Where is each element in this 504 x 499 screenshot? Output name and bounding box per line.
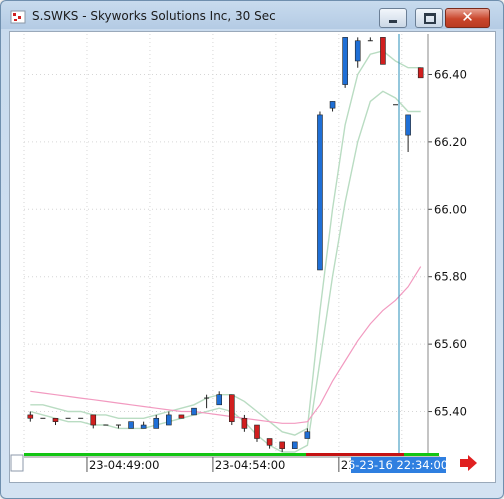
scroll-box[interactable] xyxy=(10,454,24,472)
y-tick-label: 65.80 xyxy=(434,270,467,284)
candle xyxy=(204,394,210,409)
candle-body xyxy=(254,424,260,439)
minimize-icon xyxy=(389,20,397,23)
cursor-time-text: 6-23-16 22:34:00 xyxy=(348,458,448,472)
close-icon: ✕ xyxy=(461,8,474,26)
candle-body xyxy=(266,438,273,446)
candle-body xyxy=(417,67,424,79)
slow-average-line xyxy=(30,266,422,424)
candle-body xyxy=(228,394,235,422)
candle-body xyxy=(27,414,34,419)
y-tick-label: 65.60 xyxy=(434,337,467,351)
candle-body xyxy=(279,441,285,449)
price-chart[interactable]: 66.40 66.20 66.00 65.80 65.60 65.40 23-04:49:… xyxy=(10,32,495,482)
candle-body xyxy=(329,101,336,109)
candle-body xyxy=(405,114,411,136)
chart-window: S.SWKS - Skyworks Solutions Inc, 30 Sec … xyxy=(0,0,504,499)
candle-body xyxy=(354,40,361,62)
y-tick-label: 66.00 xyxy=(434,202,467,216)
candle-body xyxy=(153,417,160,429)
y-axis: 66.40 66.20 66.00 65.80 65.60 65.40 xyxy=(427,34,467,456)
candle xyxy=(178,414,185,419)
candle xyxy=(228,394,235,426)
candle xyxy=(166,411,172,426)
candle-body xyxy=(52,417,59,422)
band-upper-line xyxy=(30,50,421,436)
band-lower-line xyxy=(30,90,421,453)
chart-app-icon xyxy=(10,10,26,24)
candle xyxy=(140,421,147,429)
candle-body xyxy=(191,407,197,416)
candle xyxy=(291,441,298,449)
indicator-lines xyxy=(30,50,422,453)
candle-body xyxy=(241,417,248,429)
candle xyxy=(191,407,197,416)
candle xyxy=(153,414,160,429)
y-tick-label: 65.40 xyxy=(434,405,467,419)
candle-body xyxy=(128,421,134,429)
candle xyxy=(380,37,386,65)
candle-body xyxy=(140,424,147,429)
candle xyxy=(241,414,248,432)
window-title: S.SWKS - Skyworks Solutions Inc, 30 Sec xyxy=(32,9,276,23)
candle xyxy=(405,114,411,152)
candle xyxy=(329,101,336,112)
x-tick-label: 23-04:54:00 xyxy=(215,458,285,472)
candle xyxy=(216,391,223,406)
y-tick-label: 66.40 xyxy=(434,67,467,81)
candle xyxy=(354,37,361,68)
candle xyxy=(90,414,97,429)
candle-body xyxy=(216,394,223,406)
candle-body xyxy=(317,114,323,271)
minimize-button[interactable] xyxy=(379,8,407,28)
candle-body xyxy=(166,414,172,426)
maximize-button[interactable] xyxy=(415,8,443,28)
candle-body xyxy=(380,37,386,65)
candle xyxy=(27,411,34,422)
candle-body xyxy=(178,414,185,419)
title-bar[interactable]: S.SWKS - Skyworks Solutions Inc, 30 Sec … xyxy=(1,1,503,31)
maximize-icon xyxy=(424,13,436,24)
cursor-time-label: 6-23-16 22:34:00 xyxy=(348,457,448,473)
candle xyxy=(128,421,134,429)
scroll-right-button[interactable] xyxy=(460,455,477,471)
candle-body xyxy=(90,414,97,426)
x-tick-label: 23-04:49:00 xyxy=(89,458,159,472)
candle xyxy=(52,417,59,426)
chart-area[interactable]: 66.40 66.20 66.00 65.80 65.60 65.40 23-04:49:… xyxy=(9,31,496,483)
candle xyxy=(367,37,373,42)
candle-body xyxy=(342,37,348,85)
y-tick-label: 66.20 xyxy=(434,135,467,149)
candle xyxy=(254,424,260,442)
grid xyxy=(23,34,428,452)
candle xyxy=(266,438,273,449)
candles xyxy=(27,37,424,452)
candle-body xyxy=(291,441,298,449)
close-button[interactable]: ✕ xyxy=(445,8,490,28)
candle xyxy=(317,111,323,271)
candle xyxy=(417,67,424,79)
arrow-right-icon xyxy=(460,455,477,471)
candle xyxy=(342,37,348,88)
candle-body xyxy=(304,431,311,439)
timeline-selection xyxy=(306,453,404,456)
